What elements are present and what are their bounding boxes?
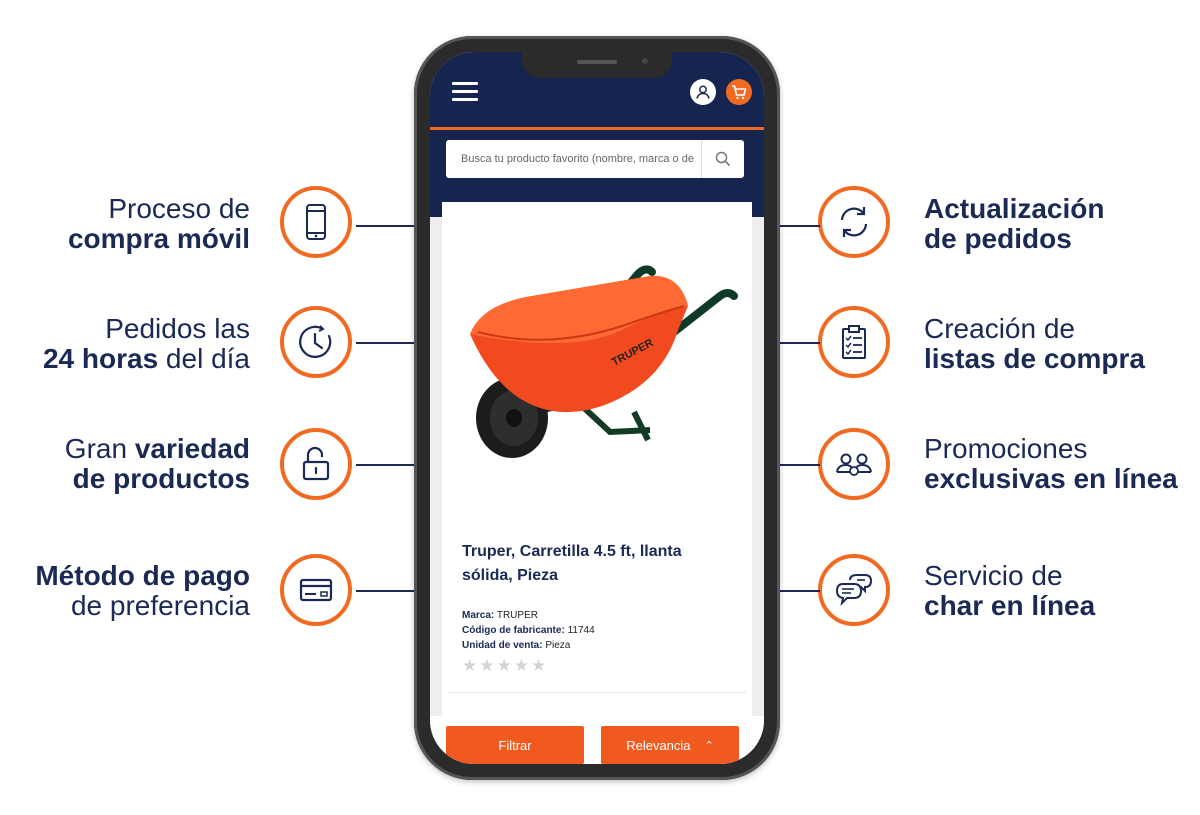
sort-button-label: Relevancia [626, 737, 691, 753]
feature-line: Servicio de [924, 560, 1063, 591]
feature-line: Proceso de [108, 193, 250, 224]
user-account-icon[interactable] [690, 79, 716, 105]
feature-line-bold: char en línea [924, 590, 1096, 621]
feature-line: Creación de [924, 313, 1075, 344]
clipboard-list-icon [842, 325, 866, 359]
feature-line: Pedidos las [105, 313, 250, 344]
feature-chat-circle [818, 554, 890, 626]
feature-variedad-circle [280, 428, 352, 500]
front-camera [642, 58, 648, 64]
feature-line-bold: de pedidos [924, 223, 1072, 254]
brand-value: TRUPER [494, 610, 538, 621]
group-badge-icon [836, 453, 872, 476]
search-bar [446, 140, 744, 178]
product-card[interactable]: TRUPER Truper, Carretilla 4.5 ft, llanta… [442, 202, 752, 742]
phone-screen: TRUPER Truper, Carretilla 4.5 ft, llanta… [430, 52, 764, 764]
brand-label: Marca: [462, 610, 495, 621]
feature-compra-movil-text: Proceso de compra móvil [68, 194, 250, 254]
card-divider [448, 692, 746, 693]
sale-unit-value: Pieza [542, 640, 571, 651]
unlock-icon [302, 446, 330, 481]
feature-promociones-circle [818, 428, 890, 500]
manufacturer-code-label: Código de fabricante: [462, 625, 565, 636]
bottom-action-bar: Filtrar Relevancia ⌃ [430, 716, 764, 764]
feature-line: Gran [64, 433, 135, 464]
connector-line [356, 342, 414, 344]
feature-line-bold: Actualización [924, 193, 1105, 224]
chevron-up-icon: ⌃ [704, 739, 714, 752]
connector-line [780, 464, 820, 466]
feature-listas-circle [818, 306, 890, 378]
sale-unit-label: Unidad de venta: [462, 640, 543, 651]
wheelbarrow-product-image[interactable]: TRUPER [452, 234, 744, 494]
feature-line: del día [158, 343, 250, 374]
filter-button-label: Filtrar [498, 737, 532, 753]
sort-relevance-button[interactable]: Relevancia ⌃ [601, 726, 739, 764]
feature-line-bold: de productos [72, 463, 250, 494]
product-meta: Marca: TRUPER Código de fabricante: 1174… [462, 608, 595, 653]
refresh-icon [840, 207, 868, 237]
feature-promociones-text: Promociones exclusivas en línea [924, 434, 1178, 494]
header-accent-line [430, 127, 764, 130]
feature-24-horas-text: Pedidos las 24 horas del día [43, 314, 250, 374]
chat-bubbles-icon [835, 574, 873, 607]
connector-line [356, 464, 414, 466]
phone-notch [522, 52, 672, 78]
feature-metodo-pago-text: Método de pago de preferencia [35, 561, 250, 621]
hamburger-menu-icon[interactable] [452, 82, 478, 104]
smartphone-icon [306, 204, 326, 240]
search-input[interactable] [446, 140, 701, 178]
feature-compra-movil-circle [280, 186, 352, 258]
feature-actualizacion-circle [818, 186, 890, 258]
phone-mockup: TRUPER Truper, Carretilla 4.5 ft, llanta… [414, 36, 780, 780]
product-title[interactable]: Truper, Carretilla 4.5 ft, llanta sólida… [462, 540, 732, 588]
shopping-cart-icon[interactable] [726, 79, 752, 105]
credit-card-icon [299, 578, 333, 602]
connector-line [356, 225, 414, 227]
filter-button[interactable]: Filtrar [446, 726, 584, 764]
connector-line [780, 225, 820, 227]
rating-stars[interactable]: ★★★★★ [462, 656, 548, 676]
feature-line-bold: Método de pago [35, 560, 250, 591]
feature-line-bold: variedad [134, 433, 250, 464]
feature-line-bold: 24 horas [42, 343, 159, 374]
feature-chat-text: Servicio de char en línea [924, 561, 1095, 621]
speaker-grille [577, 60, 617, 64]
feature-listas-text: Creación de listas de compra [924, 314, 1145, 374]
feature-line: Promociones [924, 433, 1088, 464]
feature-variedad-text: Gran variedad de productos [65, 434, 250, 494]
feature-line-bold: compra móvil [67, 223, 250, 254]
feature-24-horas-circle [280, 306, 352, 378]
connector-line [356, 590, 414, 592]
clock-icon [299, 325, 332, 358]
feature-actualizacion-text: Actualización de pedidos [924, 194, 1104, 254]
feature-metodo-pago-circle [280, 554, 352, 626]
search-icon[interactable] [701, 140, 744, 178]
feature-line-bold: listas de compra [924, 343, 1145, 374]
feature-line: de preferencia [70, 590, 250, 621]
connector-line [780, 342, 820, 344]
connector-line [780, 590, 820, 592]
feature-line-bold: exclusivas en línea [924, 463, 1178, 494]
manufacturer-code-value: 11744 [564, 625, 595, 636]
